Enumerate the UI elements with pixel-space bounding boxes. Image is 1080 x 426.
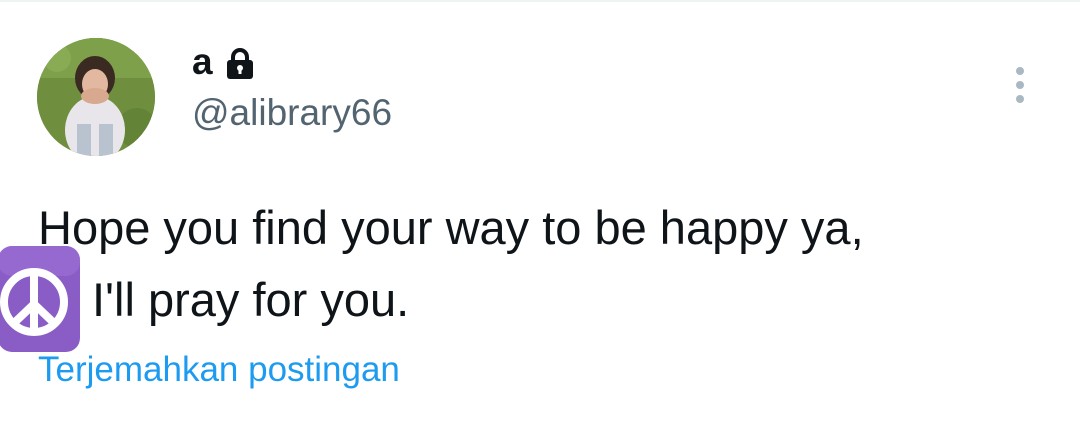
avatar[interactable] (37, 38, 155, 156)
more-options-button[interactable] (1000, 60, 1040, 110)
post-text: Hope you find your way to be happy ya, I… (38, 192, 1038, 336)
author-name-row[interactable]: a (192, 36, 255, 88)
author-handle[interactable]: @alibrary66 (192, 92, 392, 134)
display-name[interactable]: a (192, 41, 213, 83)
profile-photo-icon (37, 38, 155, 156)
divider (0, 0, 1080, 2)
lock-icon (225, 48, 255, 80)
post-card[interactable]: a @alibrary66 Hope you find your way to … (0, 0, 1080, 426)
peace-symbol-emoji-icon (0, 244, 82, 354)
more-dot (1016, 95, 1024, 103)
post-text-line-2: I'll pray for you. (92, 273, 410, 326)
post-text-line-1: Hope you find your way to be happy ya, (38, 201, 864, 254)
more-dot (1016, 81, 1024, 89)
more-vertical-icon (1016, 67, 1024, 75)
translate-post-link[interactable]: Terjemahkan postingan (38, 350, 400, 390)
